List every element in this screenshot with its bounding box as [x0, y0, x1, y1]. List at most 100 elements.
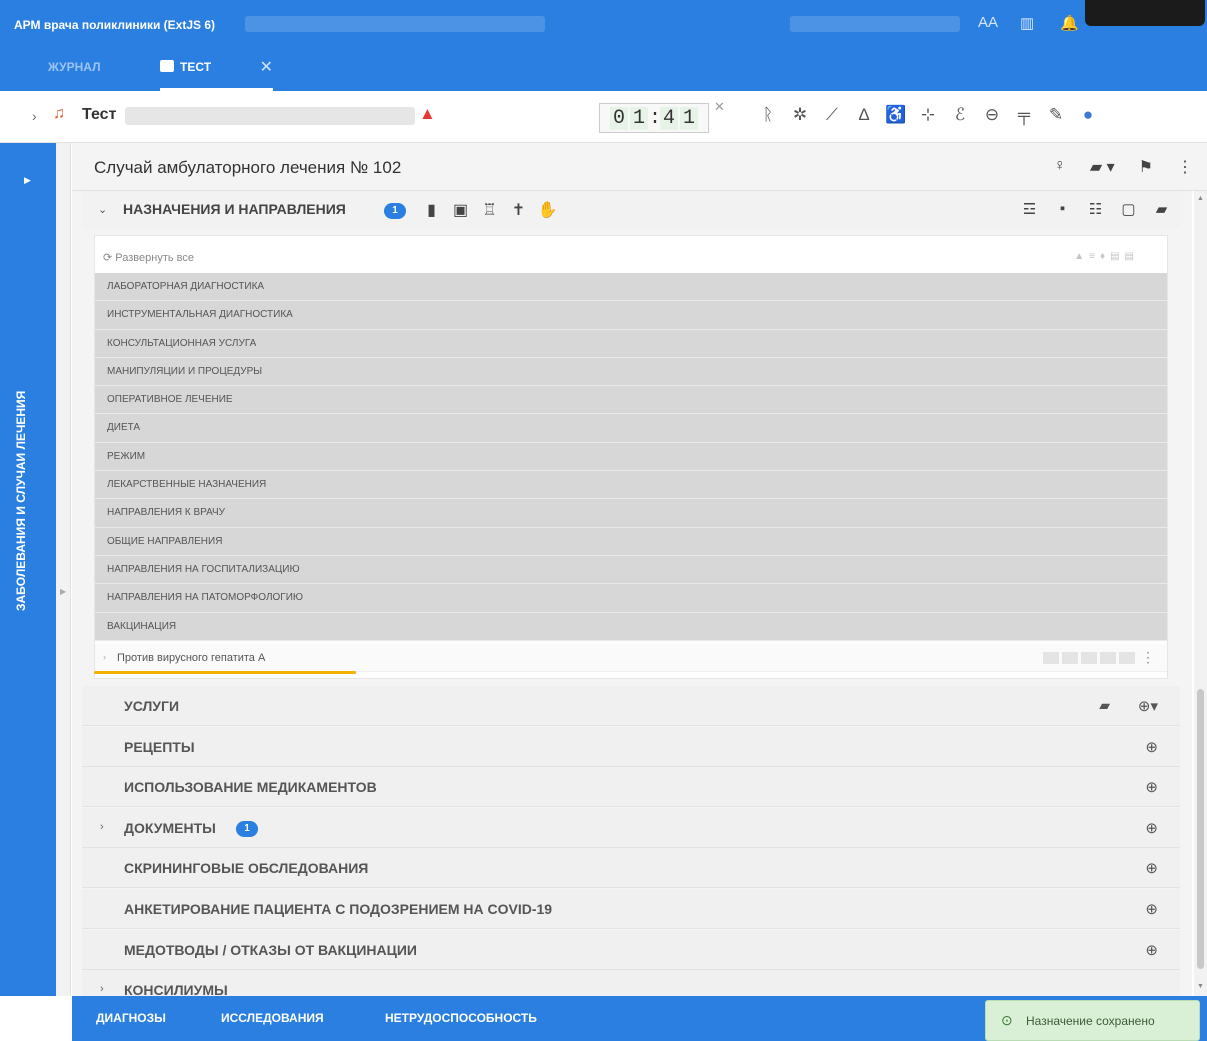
calendar-icon[interactable]: ▢	[1112, 200, 1145, 218]
category-row[interactable]: Манипуляции и процедуры	[95, 357, 1167, 387]
warning-icon[interactable]: ▲	[419, 104, 436, 124]
alarm-bell-icon[interactable]: ♫	[53, 105, 65, 123]
stethoscope-icon[interactable]: ℰ	[944, 105, 976, 125]
patient-name: Тест	[82, 106, 117, 123]
category-row[interactable]: Лабораторная диагностика	[95, 273, 1167, 302]
timer-digit: 4	[660, 106, 678, 130]
doctor-icon[interactable]: ♖	[475, 200, 504, 220]
category-row[interactable]: Режим	[95, 442, 1167, 472]
category-row[interactable]: Оперативное лечение	[95, 386, 1167, 415]
case-title: Случай амбулаторного лечения № 102	[94, 158, 402, 177]
family-tree-icon[interactable]: ⊹	[912, 105, 944, 125]
category-row[interactable]: Направления на госпитализацию	[95, 555, 1167, 585]
more-vertical-icon[interactable]: ⋮	[1177, 157, 1193, 177]
person-icon[interactable]: ♀	[1054, 157, 1066, 177]
blurred-info	[790, 16, 960, 32]
visit-timer: 0 1 : 4 1	[599, 103, 709, 133]
flag-icon[interactable]: ⚑	[1139, 157, 1153, 177]
add-circle-icon[interactable]: ⊕	[1145, 819, 1158, 837]
print-icon[interactable]: ▰	[1099, 697, 1110, 714]
wheelchair-icon[interactable]: ♿	[880, 105, 912, 125]
section-row[interactable]: Использование медикаментов ⊕	[82, 767, 1180, 808]
font-size-toggle[interactable]: AA	[978, 14, 998, 31]
section-title: Медотводы / отказы от вакцинации	[124, 941, 417, 958]
category-row[interactable]: Общие направления	[95, 527, 1167, 556]
chevron-down-icon[interactable]: ⌄	[98, 203, 107, 216]
add-circle-icon[interactable]: ⊕▾	[1138, 697, 1158, 715]
minus-circle-icon[interactable]: ⊖	[976, 105, 1008, 125]
pencil-icon[interactable]: ✎	[1040, 105, 1072, 125]
filter-icon[interactable]: ☷	[1079, 200, 1112, 218]
save-icon[interactable]: ▪	[1046, 200, 1079, 218]
crutch-icon[interactable]: ⟋	[816, 105, 848, 125]
section-row[interactable]: › Консилиумы	[82, 970, 1180, 996]
add-circle-icon[interactable]: ⊕	[1145, 941, 1158, 959]
category-row[interactable]: Консультационная услуга	[95, 329, 1167, 358]
case-content[interactable]: ⌄ Назначения и направления 1 ▮ ▣ ♖ ✝ ✋ ☲…	[72, 191, 1192, 996]
case-header: Случай амбулаторного лечения № 102 ♀ ▰ ▾…	[72, 143, 1207, 191]
notification-toast[interactable]: ⊙ Назначение сохранено	[985, 1000, 1200, 1041]
gun-icon[interactable]: ╤	[1008, 105, 1040, 125]
scroll-down-icon[interactable]: ▼	[1197, 983, 1204, 990]
sidebar-label[interactable]: ЗАБОЛЕВАНИЯ И СЛУЧАИ ЛЕЧЕНИЯ	[14, 321, 28, 611]
category-row[interactable]: Вакцинация	[95, 612, 1167, 641]
category-row[interactable]: Направления к врачу	[95, 499, 1167, 528]
section-title: Услуги	[124, 698, 180, 714]
print-dropdown-icon[interactable]: ▰ ▾	[1090, 157, 1115, 177]
more-vertical-icon[interactable]: ⋮	[1141, 649, 1155, 666]
category-row[interactable]: Направления на патоморфологию	[95, 584, 1167, 613]
scroll-up-icon[interactable]: ▲	[1197, 195, 1204, 202]
section-row[interactable]: Анкетирование пациента с подозрением на …	[82, 889, 1180, 929]
category-row[interactable]: Инструментальная диагностика	[95, 301, 1167, 330]
add-circle-icon[interactable]: ⊕	[1145, 738, 1158, 756]
chevron-right-icon[interactable]: ›	[32, 108, 37, 124]
left-sidebar[interactable]: ▶ ЗАБОЛЕВАНИЯ И СЛУЧАИ ЛЕЧЕНИЯ	[0, 143, 56, 996]
splitter[interactable]: ▶	[56, 143, 71, 996]
splitter-arrow-icon[interactable]: ▶	[60, 587, 66, 596]
walking-person-icon[interactable]: ᚱ	[752, 105, 784, 125]
tab-test[interactable]: Тест ✕	[160, 44, 274, 91]
template-dropdown-icon[interactable]: ☲	[1013, 200, 1046, 218]
tab-close-icon[interactable]: ✕	[260, 44, 273, 91]
add-circle-icon[interactable]: ⊕	[1145, 778, 1158, 796]
chart-icon[interactable]: ▥	[1020, 14, 1034, 32]
add-circle-icon[interactable]: ⊕	[1145, 900, 1158, 918]
hand-icon[interactable]: ✋	[533, 200, 562, 220]
category-row[interactable]: Лекарственные назначения	[95, 471, 1167, 500]
chevron-right-icon[interactable]: ›	[100, 821, 104, 833]
notifications-bell-icon[interactable]: 🔔	[1060, 14, 1079, 32]
case-header-actions: ♀ ▰ ▾ ⚑ ⋮	[1030, 157, 1193, 177]
monitor-icon[interactable]: ▣	[446, 200, 475, 220]
section-row[interactable]: Услуги ▰ ⊕▾	[82, 686, 1180, 726]
globe-icon[interactable]: ●	[1072, 105, 1104, 125]
category-row[interactable]: Диета	[95, 414, 1167, 443]
virus-icon[interactable]: ✲	[784, 105, 816, 125]
blurred-info	[245, 16, 545, 32]
tab-research[interactable]: Исследования	[221, 1011, 324, 1025]
tab-journal[interactable]: Журнал	[48, 44, 101, 91]
expand-all-link[interactable]: ⟳ Развернуть все	[103, 251, 194, 264]
expand-sidebar-icon[interactable]: ▶	[24, 175, 31, 186]
timer-close-icon[interactable]: ✕	[714, 99, 725, 115]
section-row[interactable]: Рецепты ⊕	[82, 726, 1180, 767]
scrollbar-thumb[interactable]	[1197, 689, 1204, 969]
lab-flask-icon[interactable]: ▮	[417, 200, 446, 220]
patient-card-icon	[160, 60, 174, 72]
tab-disability[interactable]: Нетрудоспособность	[385, 1011, 537, 1025]
chevron-right-icon[interactable]: ›	[100, 983, 104, 995]
vertical-scrollbar[interactable]: ▲ ▼	[1194, 191, 1207, 996]
camera-overlay	[1085, 0, 1205, 26]
section-row[interactable]: Скрининговые обследования ⊕	[82, 848, 1180, 889]
tabs-bar: Журнал Тест ✕	[0, 44, 1207, 91]
print-dropdown-icon[interactable]: ▰	[1145, 200, 1178, 218]
triangle-a-icon[interactable]: Δ	[848, 105, 880, 125]
cross-icon[interactable]: ✝	[504, 200, 533, 220]
section-row[interactable]: Медотводы / отказы от вакцинации ⊕	[82, 929, 1180, 970]
tab-diagnoses[interactable]: Диагнозы	[96, 1011, 166, 1025]
add-circle-icon[interactable]: ⊕	[1145, 859, 1158, 877]
chevron-right-icon[interactable]: ›	[103, 652, 106, 662]
vaccination-item-row[interactable]: › Против вирусного гепатита А ⋮	[95, 644, 1167, 672]
app-title: АРМ врача поликлиники (ExtJS 6)	[14, 18, 216, 32]
section-row[interactable]: › Документы 1 ⊕	[82, 807, 1180, 848]
prescriptions-section-header[interactable]: ⌄ Назначения и направления 1 ▮ ▣ ♖ ✝ ✋ ☲…	[82, 191, 1180, 229]
